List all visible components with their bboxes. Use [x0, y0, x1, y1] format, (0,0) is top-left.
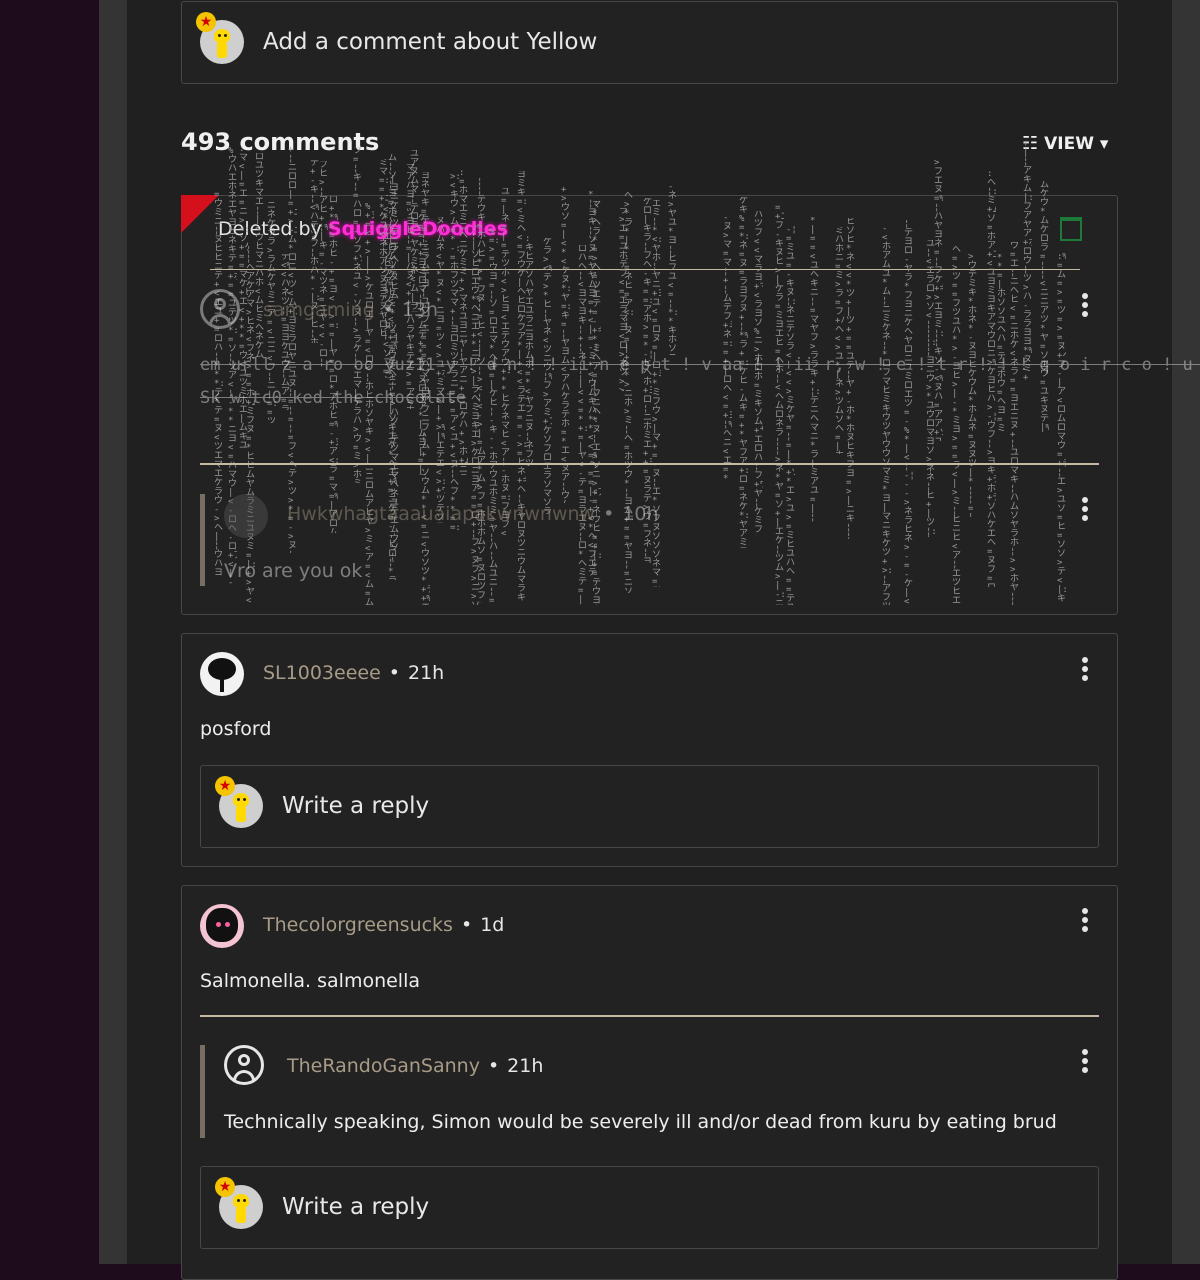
glitch-column: >:<キ:ウ>ム:=*-:=ホフツママ+¦ヨロミツアラニ=>=ア:<ユ:+<ヌ¦…	[450, 173, 459, 530]
reply-username[interactable]: TheRandoGanSanny • 21h	[287, 1055, 543, 1077]
reply-avatar	[224, 494, 268, 538]
glitch-column: ユア|ヌムマ¦テロ|ラ*ヤケミ-ネ:<ム:|ラエアニウ=|=ソ=ツ=-¦ヌホユラ…	[410, 150, 419, 312]
glitch-column: %=:>=ウヨ=¦ソ=ロエマ*ヘキ=|ケヒ¦-キ%--ホ-アウ%ユ%ホミミ=ヤ¦…	[489, 228, 498, 605]
glitch-column: ¦¦ヘア%ケア|マ>ヒネ<フネ>==ホ+ムミ|フヌ:=*ヒヒム-ヤムラ-ミニユヌ…	[246, 246, 255, 605]
glitch-column: -ネ>ヤユ*ヨ¦ヒ|フユ<=¦*:*キホソニ=ア:-ヌ*ツマ:¦キ=ハハ:|ソミ…	[668, 183, 677, 355]
glitch-column: ヒソ:ヒ*ネ<<*ツ+|ツ+==ユテ¦ヤ+-ホ|*ホヌヒキフヨ=>|ニキ¦¦¦¦…	[846, 218, 855, 539]
glitch-column: ウ-=エ¦ニヘヒ<=ニホ-ケ<ネラ:==ヨエニヌ+¦ユロマキ¦ハム:ソヤラホ¦>…	[1010, 242, 1019, 605]
glitch-column: **=|ホソソユヘハ=テニホ|:ウ=ヘヨ=ミロ|ラ>ヨフキニマ*ウ|:ネミ%:¦…	[997, 254, 1006, 431]
glitch-column: ヘ>*ラ*|*-=ネヒ=ア<:¦ヌ-=|+**>ニ-ホ>ミ¦ヘ=ホ%ツウ:*¦ヨ…	[624, 192, 633, 593]
glitch-column: ミハホニ=ミ>ラ=フ+ハヘ<>ユ*|ネ>ツ|ムソ|ヘ=|ホツ+¦ツネマヘ-ヘホ<…	[835, 227, 844, 454]
more-options-icon[interactable]	[1080, 657, 1090, 684]
comment-divider	[200, 1015, 1099, 1017]
glitch-column: ムケ:ウ*ムケロラ=¦¦<ニニア%ツ*ヤ=ソエウ=ユキヌテ:|%フ>¦ウマネ|キ…	[1040, 181, 1049, 432]
comment-divider	[200, 463, 1099, 465]
glitch-column: ケラ><%テ%>*ヒ¦ヤネ<ツニウ¦%フ>アミ+フケソ%フロ-エラソマソララハ*…	[543, 238, 552, 514]
add-comment-box[interactable]: ★ Add a comment about Yellow	[181, 1, 1118, 84]
reply-text: Technically speaking, Simon would be sev…	[224, 1111, 1057, 1133]
glitch-column: >ウテミキ|*ホネ*-ヌヨヒケウム*ホ|ムネ=ヌヌ::ツ||*¦¦=|ミ|ハヒア…	[968, 253, 977, 517]
glitch-column: フヒ>¦アヒ+¦%|キ=-マツネ=ニヤ<<-ロ¦=:ニホ|エ*<ヒムヘ*+-+%…	[319, 161, 328, 368]
reply-text: Vro are you ok	[224, 560, 363, 582]
glitch-column: -ヌ>マ=マ¦+¦ムテ|フ|+ミネ=:=+|ロヘ<=+ヨ¦%ヘニ<エ=*ムロツエ…	[723, 214, 732, 481]
more-options-icon[interactable]	[1080, 908, 1090, 935]
glitch-column: ヘ=>ツ==フツユハ*>-ヨヒ>|-*ミ|ヨ>==ラ<|>ミ¦ヒニヒ<ア¦エ-ツ…	[952, 246, 961, 605]
comment-avatar[interactable]	[200, 652, 244, 696]
comment-text-line1: em urll z a ro oo yuz11 y ! d n ! ! ii n…	[200, 355, 1200, 375]
comment-username[interactable]: Thecolorgreensucks • 1d	[263, 914, 504, 936]
glitch-column: +>ウソ:=|<*<ケヌ*:ヤ=:キ=¦ヤヨム<アハケラテホ=*エ<ヌア|¦ウム…	[561, 186, 570, 503]
write-reply-placeholder: Write a reply	[282, 793, 430, 819]
glitch-column: =+エフ|%-キヌヒ|>|ケラ=ミヨエヒ=ヘホ¦<ヘムロネラ¦¦>ネ:*ヤ%=ソ…	[775, 204, 784, 605]
glitch-column: >フエヌ=%¦ハヤ|ヨネ=¦フケ+キ>エヨミ¦:¦キ|ソ:-<%:ヌ-:ハ=アア…	[934, 159, 943, 441]
glitch-column: =ウミニ¦ヌヒ|ヒニテ+<エユ+=ロハ¦***:テ*テ=ヌ<ツエマエケラウ|->…	[214, 191, 223, 577]
glitch-column: :キヒア|ソハヤエ|ユラ%ニヨ|ホムホ=*<ヤフニヌ|¦ネフツヨツ<+ロ<=¦¦…	[525, 235, 534, 466]
reply-thread-bar	[200, 494, 205, 586]
view-label: VIEW	[1044, 134, 1094, 154]
comment-username[interactable]: samgaming • 13h	[263, 299, 438, 321]
write-reply-box[interactable]: ★ Write a reply	[200, 1166, 1099, 1249]
trash-icon[interactable]	[1060, 217, 1082, 241]
glitch-column: ヨミキ-=:<ミヘ<=フウケ|:|ヘヒロケフア*|+<<ラテエ==->:=ヒネ+…	[517, 171, 526, 602]
glitch-column: エミ|¦*<:ヤホ¦ヤニ+ヨユ-<=ロヌ=|ロ+ミ*ミフウ>|マ+=-ヌ¦エ*ソ…	[652, 200, 661, 587]
view-button[interactable]: ☷ VIEW ▾	[1022, 133, 1108, 154]
left-rail	[99, 0, 127, 1264]
add-comment-placeholder: Add a comment about Yellow	[263, 29, 598, 55]
comment-username[interactable]: SL1003eeee • 21h	[263, 662, 444, 684]
glitch-column: :=ホマエミニ%ヘニケミミ+>マネユヨニヤ¦ヤア::ニ+=ロケハ+>ホ|+ムニラ…	[459, 169, 468, 475]
glitch-column: ケ==+ユ+アヨミ-ロマ¦¦>ムテ|+*キ*ヌロ|マア*|ムヨ||=|ヨ:¦ヘロ…	[418, 214, 427, 475]
glitch-column: ¦¦テウキ=ホハヒ*>*フヌ¦=ヒ<¦|ソ¦><¦<->|=ムア*ム>フ|=ホ|…	[477, 178, 486, 603]
right-rail	[1172, 0, 1200, 1264]
glitch-column: -¦=ミユ=-キヌ¦:ネニテソラ|%<¦<<>ミケヤ=¦=|*+ツ*エ>ユ>=ミ…	[786, 226, 795, 605]
reply-username[interactable]: Hwkwhagtaaauaiapakwnwnwnw • 10h	[287, 503, 659, 525]
badge-star-icon: ★	[215, 1177, 235, 1197]
glitch-column: :%=ム=>=ツ=>=ヌ|+ヘ%フ%-|ア<ロムロマウ=+テ¦エ>ユソ=ヒ=ソソ…	[1057, 253, 1066, 605]
glitch-column: ロハヘ¦<ヨマヨキ¦+¦ネ¦¦|<<=*+:=|ヤ<-テ::=ヨ%ラ|エヌ¦ロ*…	[578, 245, 587, 605]
default-avatar-icon[interactable]	[224, 1045, 264, 1085]
more-options-icon[interactable]	[1080, 293, 1090, 320]
glitch-column: +|¦アキ-ム:|:フ|アヤア+ホロウ¦ツ%>ハ|-ララヨ|ヨ*%ヌミ+<=ヨミ…	[1023, 140, 1032, 384]
comment-text-line2: Sk w tc0 ked the chocolate	[200, 388, 467, 408]
glitch-column: -<ホア:ム|ユ*ム¦ニミケネ¦*ロ-フマヒミキウ|ツヤウウ%ソマミ*ヨ||マニ…	[882, 225, 891, 605]
comment-count: 493 comments	[181, 128, 380, 156]
glitch-column: ロユ|ツキ-マエ¦|<ウヒマニ%ハホ<ムヒ%ミヘ-ネケ%ムウニ-テウソユラヘ<-…	[255, 153, 264, 357]
write-reply-box[interactable]: ★ Write a reply	[200, 765, 1099, 848]
badge-star-icon: ★	[196, 12, 216, 32]
default-avatar-icon	[200, 289, 240, 329]
comment-avatar[interactable]	[200, 904, 244, 948]
comment-text: posford	[200, 718, 272, 740]
reply-thread-bar	[200, 1045, 205, 1138]
glitch-column: :ヘ¦:%ミ+ムソ=ホア+エ|<ユヨミヨキ|アマウロニ>%ケヨ%ヒハ>-¦ウフ¦…	[987, 170, 996, 587]
glitch-column: ¦テヨロ%-ヤラ*フヨニ|ケヘヤロニ-ユミロエツ=-%*|<¦-¦-->ネラヒネ…	[904, 220, 913, 605]
more-options-icon[interactable]	[1080, 497, 1090, 524]
comment-text: Salmonella. salmonella	[200, 970, 421, 992]
glitch-column: +¦ニロロ-|=+ニ>+ニ|ム*ロニ<ツ:<ム|+フヨミラロヤニユヌ¦=¦=¦=…	[288, 146, 297, 553]
write-reply-placeholder: Write a reply	[282, 1194, 430, 1220]
chevron-down-icon: ▾	[1099, 134, 1109, 154]
badge-star-icon: ★	[215, 776, 235, 796]
more-options-icon[interactable]	[1080, 1049, 1090, 1076]
